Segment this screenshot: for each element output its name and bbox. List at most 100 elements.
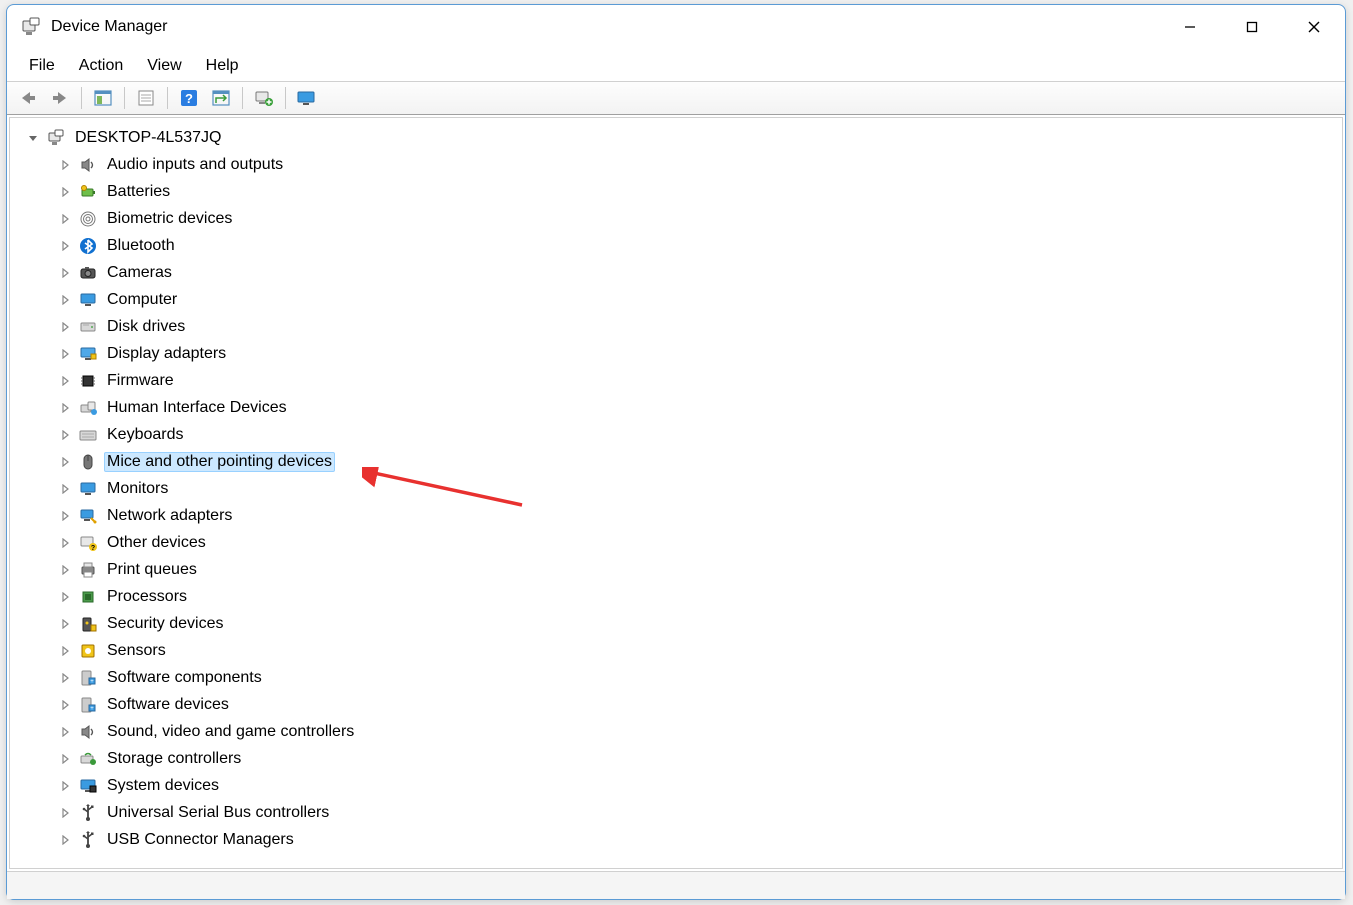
expand-icon[interactable]	[58, 671, 72, 685]
tree-category-node[interactable]: Storage controllers	[14, 745, 1338, 772]
security-icon	[78, 614, 98, 634]
maximize-button[interactable]	[1221, 5, 1283, 49]
svg-text:+: +	[90, 679, 94, 685]
collapse-icon[interactable]	[26, 131, 40, 145]
tree-category-node[interactable]: + Software components	[14, 664, 1338, 691]
tree-category-label: Print queues	[104, 560, 200, 580]
menu-file[interactable]: File	[17, 53, 67, 79]
expand-icon[interactable]	[58, 590, 72, 604]
tree-category-label: Sound, video and game controllers	[104, 722, 357, 742]
tree-category-label: Monitors	[104, 479, 171, 499]
bluetooth-icon	[78, 236, 98, 256]
expand-icon[interactable]	[58, 698, 72, 712]
tree-category-label: Security devices	[104, 614, 227, 634]
unknown-icon: ?	[78, 533, 98, 553]
expand-icon[interactable]	[58, 536, 72, 550]
add-legacy-button[interactable]	[249, 85, 279, 111]
expand-icon[interactable]	[58, 806, 72, 820]
tree-category-node[interactable]: Print queues	[14, 556, 1338, 583]
tree-category-node[interactable]: Human Interface Devices	[14, 394, 1338, 421]
tree-category-node[interactable]: Monitors	[14, 475, 1338, 502]
tree-category-node[interactable]: Bluetooth	[14, 232, 1338, 259]
expand-icon[interactable]	[58, 212, 72, 226]
expand-icon[interactable]	[58, 455, 72, 469]
tree-category-node[interactable]: Cameras	[14, 259, 1338, 286]
expand-icon[interactable]	[58, 725, 72, 739]
back-button[interactable]	[13, 85, 43, 111]
tree-category-node[interactable]: Network adapters	[14, 502, 1338, 529]
expand-icon[interactable]	[58, 509, 72, 523]
window-title: Device Manager	[51, 18, 168, 36]
battery-icon	[78, 182, 98, 202]
toolbar: ?	[7, 81, 1345, 115]
expand-icon[interactable]	[58, 752, 72, 766]
help-button[interactable]: ?	[174, 85, 204, 111]
tree-category-node[interactable]: Computer	[14, 286, 1338, 313]
tree-category-node[interactable]: Biometric devices	[14, 205, 1338, 232]
tree-category-node[interactable]: System devices	[14, 772, 1338, 799]
display-icon	[78, 344, 98, 364]
expand-icon[interactable]	[58, 320, 72, 334]
usb-icon	[78, 803, 98, 823]
tree-category-node[interactable]: Mice and other pointing devices	[14, 448, 1338, 475]
tree-root-node[interactable]: DESKTOP-4L537JQ	[14, 124, 1338, 151]
network-icon	[78, 506, 98, 526]
expand-icon[interactable]	[58, 293, 72, 307]
expand-icon[interactable]	[58, 374, 72, 388]
tree-category-node[interactable]: Security devices	[14, 610, 1338, 637]
expand-icon[interactable]	[58, 779, 72, 793]
monitor-icon	[78, 290, 98, 310]
scan-hardware-button[interactable]	[206, 85, 236, 111]
tree-category-node[interactable]: ? Other devices	[14, 529, 1338, 556]
tree-category-node[interactable]: Sound, video and game controllers	[14, 718, 1338, 745]
expand-icon[interactable]	[58, 266, 72, 280]
tree-category-node[interactable]: Audio inputs and outputs	[14, 151, 1338, 178]
expand-icon[interactable]	[58, 401, 72, 415]
expand-icon[interactable]	[58, 347, 72, 361]
app-icon	[21, 17, 41, 37]
minimize-button[interactable]	[1159, 5, 1221, 49]
expand-icon[interactable]	[58, 239, 72, 253]
tree-category-node[interactable]: Keyboards	[14, 421, 1338, 448]
devices-printers-button[interactable]	[292, 85, 322, 111]
tree-category-label: Other devices	[104, 533, 209, 553]
svg-text:?: ?	[185, 91, 193, 106]
show-hide-tree-button[interactable]	[88, 85, 118, 111]
menu-view[interactable]: View	[135, 53, 193, 79]
expand-icon[interactable]	[58, 482, 72, 496]
tree-category-node[interactable]: Sensors	[14, 637, 1338, 664]
menu-help[interactable]: Help	[194, 53, 251, 79]
menu-action[interactable]: Action	[67, 53, 135, 79]
tree-category-label: Firmware	[104, 371, 177, 391]
tree-category-node[interactable]: +Software devices	[14, 691, 1338, 718]
tree-category-node[interactable]: Universal Serial Bus controllers	[14, 799, 1338, 826]
tree-category-node[interactable]: Batteries	[14, 178, 1338, 205]
toolbar-separator	[81, 87, 82, 109]
monitor-icon	[78, 479, 98, 499]
expand-icon[interactable]	[58, 617, 72, 631]
expand-icon[interactable]	[58, 185, 72, 199]
properties-button[interactable]	[131, 85, 161, 111]
expand-icon[interactable]	[58, 833, 72, 847]
menu-bar: File Action View Help	[7, 49, 1345, 81]
close-button[interactable]	[1283, 5, 1345, 49]
tree-category-node[interactable]: Firmware	[14, 367, 1338, 394]
forward-button[interactable]	[45, 85, 75, 111]
toolbar-separator	[242, 87, 243, 109]
expand-icon[interactable]	[58, 644, 72, 658]
tree-category-node[interactable]: Display adapters	[14, 340, 1338, 367]
expand-icon[interactable]	[58, 158, 72, 172]
title-bar: Device Manager	[7, 5, 1345, 49]
tree-category-label: Network adapters	[104, 506, 235, 526]
tree-category-label: Software components	[104, 668, 265, 688]
tree-category-label: System devices	[104, 776, 222, 796]
device-tree-panel[interactable]: DESKTOP-4L537JQAudio inputs and outputsB…	[9, 117, 1343, 869]
device-tree: DESKTOP-4L537JQAudio inputs and outputsB…	[10, 118, 1342, 863]
tree-category-node[interactable]: USB Connector Managers	[14, 826, 1338, 853]
tree-category-label: Universal Serial Bus controllers	[104, 803, 332, 823]
tree-category-node[interactable]: Processors	[14, 583, 1338, 610]
expand-icon[interactable]	[58, 428, 72, 442]
tree-category-node[interactable]: Disk drives	[14, 313, 1338, 340]
fingerprint-icon	[78, 209, 98, 229]
expand-icon[interactable]	[58, 563, 72, 577]
